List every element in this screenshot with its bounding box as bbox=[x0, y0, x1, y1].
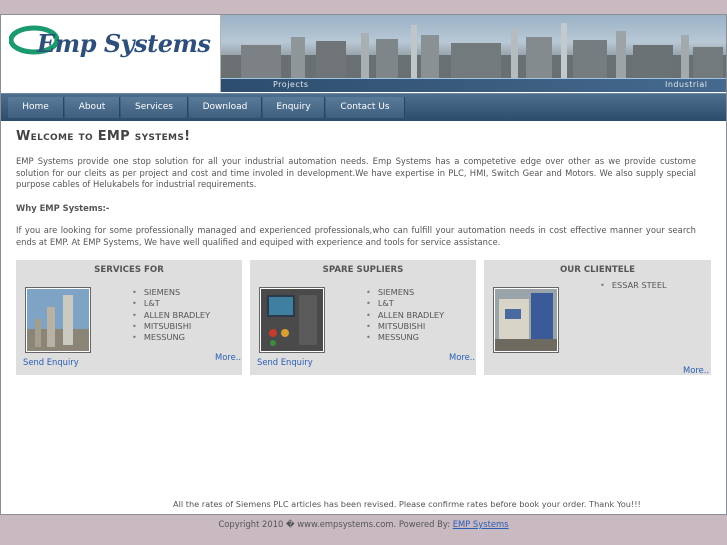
intro-paragraph: EMP Systems provide one stop solution fo… bbox=[16, 156, 696, 190]
rates-notice: All the rates of Siemens PLC articles ha… bbox=[173, 499, 641, 509]
industrial-skyline-image bbox=[221, 23, 726, 78]
more-link[interactable]: More.. bbox=[449, 352, 475, 362]
list-item: MESSUNG bbox=[132, 332, 210, 343]
copyright-text: Copyright 2010 � www.empsystems.com. Pow… bbox=[218, 519, 451, 529]
list-item: ESSAR STEEL bbox=[600, 280, 667, 291]
send-enquiry-link[interactable]: Send Enquiry bbox=[257, 357, 313, 367]
services-list: SIEMENS L&T ALLEN BRADLEY MITSUBISHI MES… bbox=[132, 287, 210, 343]
send-enquiry-link[interactable]: Send Enquiry bbox=[23, 357, 79, 367]
banner-label-industrial: Industrial bbox=[665, 80, 708, 89]
logo[interactable]: Emp Systems bbox=[1, 15, 221, 92]
footer: Copyright 2010 � www.empsystems.com. Pow… bbox=[0, 519, 727, 529]
powered-by-link[interactable]: EMP Systems bbox=[453, 519, 509, 529]
industrial-plant-image bbox=[27, 289, 89, 351]
header-banner: Projects Industrial bbox=[221, 15, 726, 92]
more-link[interactable]: More.. bbox=[683, 365, 709, 375]
card-title: OUR CLIENTELE bbox=[559, 265, 635, 275]
main-nav: Home About Services Download Enquiry Con… bbox=[1, 93, 726, 121]
page-title: Welcome to EMP systems! bbox=[16, 129, 191, 144]
list-item: SIEMENS bbox=[366, 287, 444, 298]
clientele-list: ESSAR STEEL bbox=[600, 280, 667, 291]
nav-download[interactable]: Download bbox=[189, 97, 262, 118]
control-panel-image bbox=[261, 289, 323, 351]
list-item: L&T bbox=[366, 298, 444, 309]
list-item: MESSUNG bbox=[366, 332, 444, 343]
services-card: SERVICES FOR SIEMENS L&T ALLEN BRADLEY M… bbox=[16, 260, 242, 375]
card-title: SERVICES FOR bbox=[94, 265, 164, 275]
nav-contact-us[interactable]: Contact Us bbox=[326, 97, 405, 118]
clientele-card: OUR CLIENTELE ESSAR STEEL More.. bbox=[484, 260, 711, 375]
more-link[interactable]: More.. bbox=[215, 352, 241, 362]
nav-home[interactable]: Home bbox=[8, 97, 64, 118]
spares-list: SIEMENS L&T ALLEN BRADLEY MITSUBISHI MES… bbox=[366, 287, 444, 343]
spares-image[interactable] bbox=[259, 287, 325, 353]
list-item: MITSUBISHI bbox=[366, 321, 444, 332]
page-frame: Emp Systems Projects Industrial Home Abo… bbox=[0, 14, 727, 515]
spare-suppliers-card: SPARE SUPLIERS SIEMENS L&T ALLEN BRADLEY… bbox=[250, 260, 476, 375]
list-item: SIEMENS bbox=[132, 287, 210, 298]
list-item: L&T bbox=[132, 298, 210, 309]
why-heading: Why EMP Systems:- bbox=[16, 203, 110, 213]
clientele-image[interactable] bbox=[493, 287, 559, 353]
why-paragraph: If you are looking for some professional… bbox=[16, 225, 696, 247]
nav-enquiry[interactable]: Enquiry bbox=[263, 97, 325, 118]
factory-machine-image bbox=[495, 289, 557, 351]
nav-services[interactable]: Services bbox=[121, 97, 188, 118]
logo-text: Emp Systems bbox=[37, 29, 211, 58]
list-item: ALLEN BRADLEY bbox=[366, 310, 444, 321]
nav-about[interactable]: About bbox=[65, 97, 120, 118]
list-item: MITSUBISHI bbox=[132, 321, 210, 332]
list-item: ALLEN BRADLEY bbox=[132, 310, 210, 321]
card-title: SPARE SUPLIERS bbox=[322, 265, 404, 275]
services-image[interactable] bbox=[25, 287, 91, 353]
banner-label-projects: Projects bbox=[273, 80, 309, 89]
